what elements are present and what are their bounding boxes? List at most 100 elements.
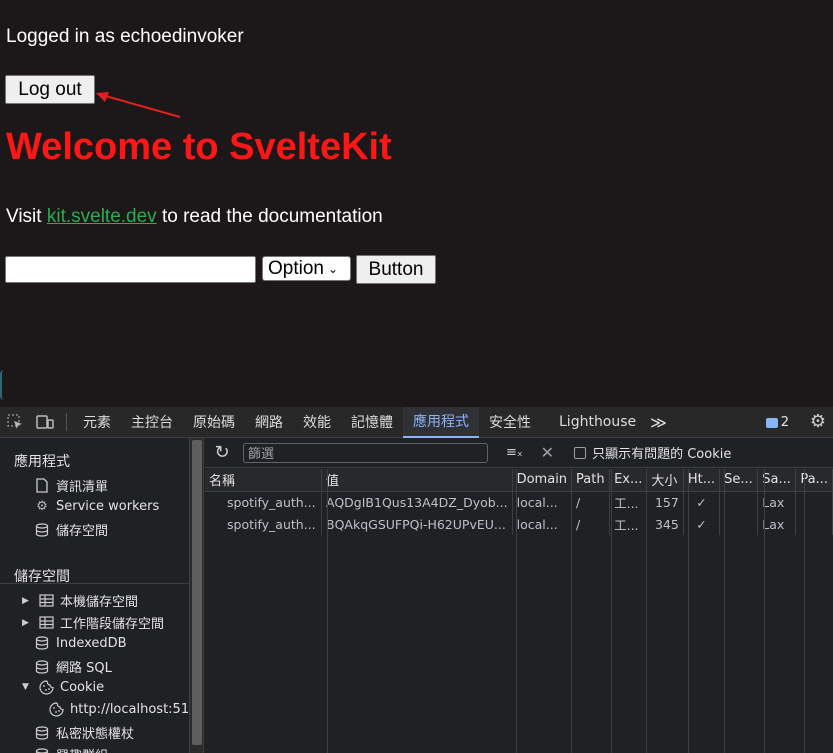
sidebar-item-private-state-tokens[interactable]: 私密狀態權杖 (34, 723, 134, 742)
sidebar-item-interest-groups[interactable]: 興趣群組 (34, 745, 108, 753)
cell-name: spotify_auth... (205, 491, 322, 513)
device-toolbar-icon[interactable] (30, 407, 60, 438)
issues-counter[interactable]: 2 (765, 415, 789, 430)
tab-performance[interactable]: 效能 (293, 407, 341, 438)
sidebar-item-local-storage[interactable]: ▶ 本機儲存空間 (22, 591, 138, 610)
database-icon (34, 635, 50, 651)
docs-link[interactable]: kit.svelte.dev (47, 206, 157, 227)
cookie-icon (48, 701, 64, 717)
page-viewport: Logged in as echoedinvoker Log out Welco… (0, 0, 833, 407)
database-icon (34, 522, 50, 538)
chevron-down-icon: ⌄ (327, 261, 339, 276)
annotation-arrow-icon (96, 92, 181, 118)
devtools-toolbar: 元素 主控台 原始碼 網路 效能 記憶體 應用程式 安全性 Lighthouse… (0, 406, 833, 438)
only-issues-toggle[interactable]: 只顯示有問題的 Cookie (574, 443, 731, 462)
sidebar-section-application: 應用程式 (14, 454, 70, 470)
sidebar-scrollbar[interactable] (190, 438, 204, 753)
delete-selected-icon[interactable]: ✕ (541, 443, 554, 462)
cell-expires: 工... (609, 513, 648, 535)
cookies-table: 名稱 值 Domain Path Ex... 大小 Ht... Se... Sa… (205, 469, 833, 535)
cell-path: / (571, 491, 611, 513)
button-button[interactable]: Button (356, 255, 436, 284)
expand-triangle-icon: ▶ (22, 595, 29, 606)
tab-console[interactable]: 主控台 (121, 407, 183, 438)
sidebar-item-localhost-cookies[interactable]: http://localhost:517 (48, 701, 189, 717)
scrollbar-thumb[interactable] (192, 440, 202, 745)
sidebar-item-label: 工作階段儲存空間 (60, 617, 165, 632)
only-issues-checkbox[interactable] (574, 446, 587, 459)
column-divider (516, 469, 517, 753)
cell-secure (719, 513, 759, 535)
refresh-icon[interactable]: ↻ (209, 442, 235, 463)
column-header-partition[interactable]: Pa... (795, 469, 833, 492)
cell-expires: 工... (609, 491, 648, 513)
tab-network[interactable]: 網路 (245, 407, 293, 438)
table-row[interactable]: spotify_auth... AQDgIB1Qus13A4DZ_Dyob...… (205, 491, 833, 513)
select-value: Option (268, 257, 324, 279)
column-header-path[interactable]: Path (571, 469, 611, 492)
sidebar-item-label: 儲存空間 (56, 524, 109, 539)
tab-application[interactable]: 應用程式 (403, 406, 479, 438)
sidebar-item-service-workers[interactable]: ⚙ Service workers (34, 498, 159, 514)
only-issues-label: 只顯示有問題的 Cookie (592, 447, 732, 462)
column-divider (327, 469, 328, 753)
grid-icon (38, 593, 54, 609)
cell-value: AQDgIB1Qus13A4DZ_Dyob... (321, 491, 513, 513)
table-header-row: 名稱 值 Domain Path Ex... 大小 Ht... Se... Sa… (205, 469, 833, 492)
clear-all-icon[interactable]: ≡ₓ (506, 445, 523, 460)
inspect-element-icon[interactable] (0, 407, 30, 438)
tab-elements[interactable]: 元素 (73, 407, 121, 438)
table-row[interactable]: spotify_auth... BQAkqGSUFPQi-H62UPvEU...… (205, 513, 833, 535)
logged-in-text: Logged in as echoedinvoker (6, 26, 244, 47)
tab-security[interactable]: 安全性 (479, 407, 541, 438)
option-select[interactable]: Option ⌄ (262, 256, 351, 281)
sidebar-item-label: 本機儲存空間 (60, 595, 139, 610)
sidebar-item-session-storage[interactable]: ▶ 工作階段儲存空間 (22, 613, 164, 632)
more-tabs-icon[interactable]: ≫ (650, 413, 667, 432)
column-divider (646, 469, 647, 753)
expand-triangle-icon: ▶ (22, 617, 29, 628)
cell-domain: local... (512, 513, 573, 535)
column-divider (611, 469, 612, 753)
sidebar-item-label: Service workers (56, 498, 160, 514)
filter-input[interactable]: 篩選 (243, 442, 488, 463)
document-icon (34, 478, 50, 494)
database-icon (34, 725, 50, 741)
tab-memory[interactable]: 記憶體 (341, 407, 403, 438)
column-header-value[interactable]: 值 (321, 469, 513, 492)
column-header-size[interactable]: 大小 (646, 469, 684, 492)
cell-partition (795, 513, 833, 535)
sidebar-item-cookies[interactable]: ▼ Cookie (22, 679, 104, 695)
cell-value: BQAkqGSUFPQi-H62UPvEU... (321, 513, 513, 535)
column-divider (764, 469, 765, 753)
cell-partition (795, 491, 833, 513)
cell-size: 345 (646, 513, 684, 535)
logout-button[interactable]: Log out (5, 75, 95, 104)
column-header-expires[interactable]: Ex... (609, 469, 648, 492)
gears-icon: ⚙ (36, 498, 48, 514)
column-divider (571, 469, 572, 753)
sidebar-item-manifest[interactable]: 資訊清單 (34, 476, 108, 495)
cell-size: 157 (646, 491, 684, 513)
column-header-domain[interactable]: Domain (512, 469, 573, 492)
sidebar-item-indexeddb[interactable]: IndexedDB (34, 635, 127, 651)
toolbar-divider (66, 413, 67, 431)
gear-icon[interactable]: ⚙ (807, 411, 829, 433)
cell-secure (719, 491, 759, 513)
sidebar-item-storage[interactable]: 儲存空間 (34, 520, 108, 539)
tab-lighthouse[interactable]: Lighthouse (549, 407, 646, 438)
sidebar-item-web-sql[interactable]: 網路 SQL (34, 657, 112, 676)
column-divider (688, 469, 689, 753)
filter-placeholder: 篩選 (248, 447, 275, 462)
message-icon (765, 417, 778, 428)
sidebar-item-label: 興趣群組 (56, 745, 108, 753)
cookies-filter-bar: ↻ 篩選 ≡ₓ ✕ 只顯示有問題的 Cookie (205, 438, 833, 468)
text-input[interactable] (5, 256, 256, 283)
cell-name: spotify_auth... (205, 513, 322, 535)
tab-sources[interactable]: 原始碼 (183, 407, 245, 438)
column-header-name[interactable]: 名稱 (205, 469, 322, 492)
visit-line: Visit kit.svelte.dev to read the documen… (6, 206, 383, 228)
column-header-secure[interactable]: Se... (719, 469, 759, 492)
page-title: Welcome to SvelteKit (6, 126, 392, 168)
devtools-panel: 元素 主控台 原始碼 網路 效能 記憶體 應用程式 安全性 Lighthouse… (0, 406, 833, 753)
